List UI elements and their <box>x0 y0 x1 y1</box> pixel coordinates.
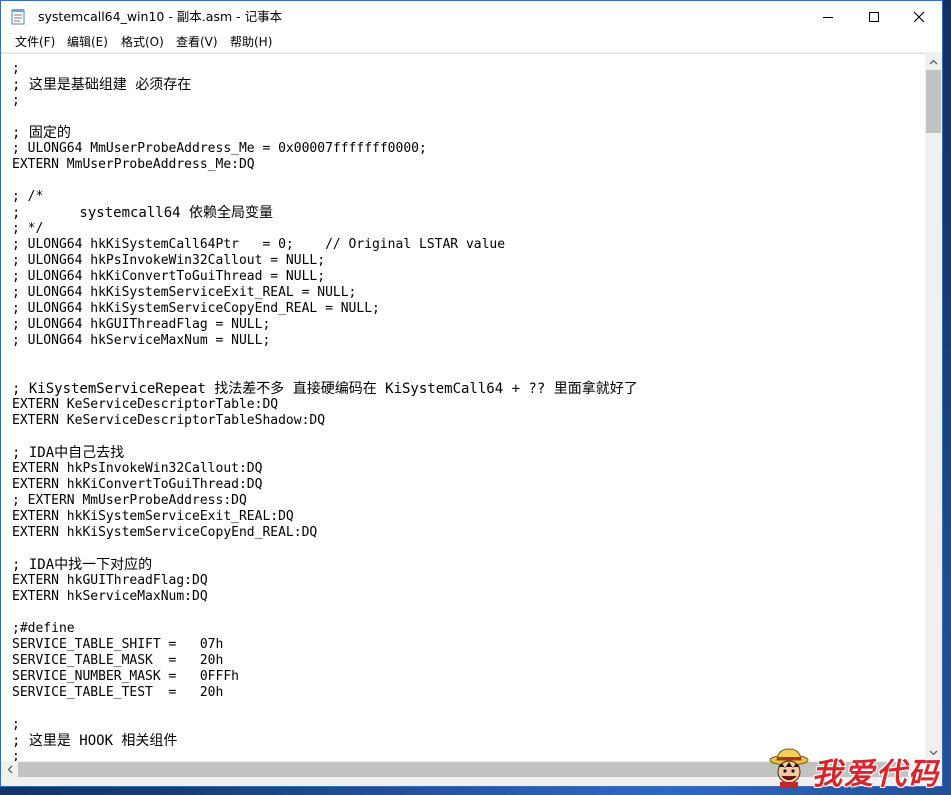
menu-format[interactable]: 格式(O) <box>121 32 164 52</box>
title-bar[interactable]: systemcall64_win10 - 副本.asm - 记事本 <box>1 1 942 32</box>
editor-line: ; ULONG64 hkKiSystemServiceExit_REAL = N… <box>12 285 357 300</box>
minimize-button[interactable] <box>805 1 851 32</box>
editor-line: ; <box>12 61 20 76</box>
editor-line: EXTERN hkKiSystemServiceExit_REAL:DQ <box>12 509 294 524</box>
chevron-left-icon <box>7 765 12 774</box>
watermark: 我爱代码 <box>768 745 940 792</box>
editor-line: ; ULONG64 hkKiSystemServiceCopyEnd_REAL … <box>12 301 380 316</box>
editor-line: ; 这里是基础组建 必须存在 <box>12 77 192 93</box>
editor-line: ; ULONG64 hkKiSystemCall64Ptr = 0; // Or… <box>12 237 506 252</box>
menu-file[interactable]: 文件(F) <box>15 32 55 52</box>
editor-line: ; systemcall64 依赖全局变量 <box>12 205 274 221</box>
text-editor[interactable]: ;; 这里是基础组建 必须存在;; 固定的; ULONG64 MmUserPro… <box>1 53 925 762</box>
editor-line: ; <box>12 93 20 108</box>
editor-line: ; ULONG64 hkPsInvokeWin32Callout = NULL; <box>12 253 326 268</box>
watermark-text: 我爱代码 <box>812 757 940 792</box>
editor-line: SERVICE_NUMBER_MASK = 0FFFh <box>12 669 239 684</box>
maximize-icon <box>869 11 879 22</box>
straw-hat-mascot-icon <box>769 748 809 788</box>
vertical-scrollbar[interactable] <box>925 53 942 761</box>
editor-line: ; <box>12 717 20 732</box>
editor-line: ; ULONG64 MmUserProbeAddress_Me = 0x0000… <box>12 141 427 156</box>
editor-line: EXTERN hkKiSystemServiceCopyEnd_REAL:DQ <box>12 525 318 540</box>
editor-line: ; ULONG64 hkKiConvertToGuiThread = NULL; <box>12 269 326 284</box>
editor-line: ; */ <box>12 221 44 236</box>
menu-view[interactable]: 查看(V) <box>176 32 218 52</box>
chevron-up-icon <box>929 59 938 64</box>
scroll-up-button[interactable] <box>925 53 942 70</box>
editor-line: ; IDA中自己去找 <box>12 445 125 461</box>
editor-line: ;#define <box>12 621 75 636</box>
editor-line: EXTERN MmUserProbeAddress_Me:DQ <box>12 157 255 172</box>
notepad-icon <box>11 9 25 25</box>
window-title: systemcall64_win10 - 副本.asm - 记事本 <box>38 9 283 24</box>
editor-line: EXTERN hkServiceMaxNum:DQ <box>12 589 208 604</box>
editor-line: ; /* <box>12 189 44 204</box>
minimize-icon <box>823 16 833 18</box>
editor-line: ; EXTERN MmUserProbeAddress:DQ <box>12 493 247 508</box>
editor-line: EXTERN hkPsInvokeWin32Callout:DQ <box>12 461 263 476</box>
scroll-left-button[interactable] <box>1 761 18 778</box>
maximize-button[interactable] <box>851 1 897 32</box>
editor-line: ; 固定的 <box>12 125 71 141</box>
editor-line: EXTERN hkGUIThreadFlag:DQ <box>12 573 208 588</box>
editor-line: EXTERN KeServiceDescriptorTableShadow:DQ <box>12 413 326 428</box>
editor-line: EXTERN KeServiceDescriptorTable:DQ <box>12 397 279 412</box>
editor-line: ; IDA中找一下对应的 <box>12 557 153 573</box>
editor-line: ; ULONG64 hkServiceMaxNum = NULL; <box>12 333 271 348</box>
menu-help[interactable]: 帮助(H) <box>230 32 272 52</box>
close-button[interactable] <box>896 1 942 32</box>
editor-line: ; 这里是 HOOK 相关组件 <box>12 733 178 749</box>
editor-line: SERVICE_TABLE_TEST = 20h <box>12 685 224 700</box>
editor-line: EXTERN hkKiConvertToGuiThread:DQ <box>12 477 263 492</box>
menu-bar: 文件(F) 编辑(E) 格式(O) 查看(V) 帮助(H) <box>1 32 942 53</box>
menu-edit[interactable]: 编辑(E) <box>67 32 108 52</box>
editor-line: SERVICE_TABLE_SHIFT = 07h <box>12 637 224 652</box>
editor-line: SERVICE_TABLE_MASK = 20h <box>12 653 224 668</box>
notepad-window: systemcall64_win10 - 副本.asm - 记事本 文件(F) … <box>0 0 943 787</box>
editor-line: ; ULONG64 hkGUIThreadFlag = NULL; <box>12 317 271 332</box>
close-icon <box>913 11 925 22</box>
editor-line: ; KiSystemServiceRepeat 找法差不多 直接硬编码在 KiS… <box>12 381 638 397</box>
vertical-scroll-thumb[interactable] <box>926 70 941 133</box>
